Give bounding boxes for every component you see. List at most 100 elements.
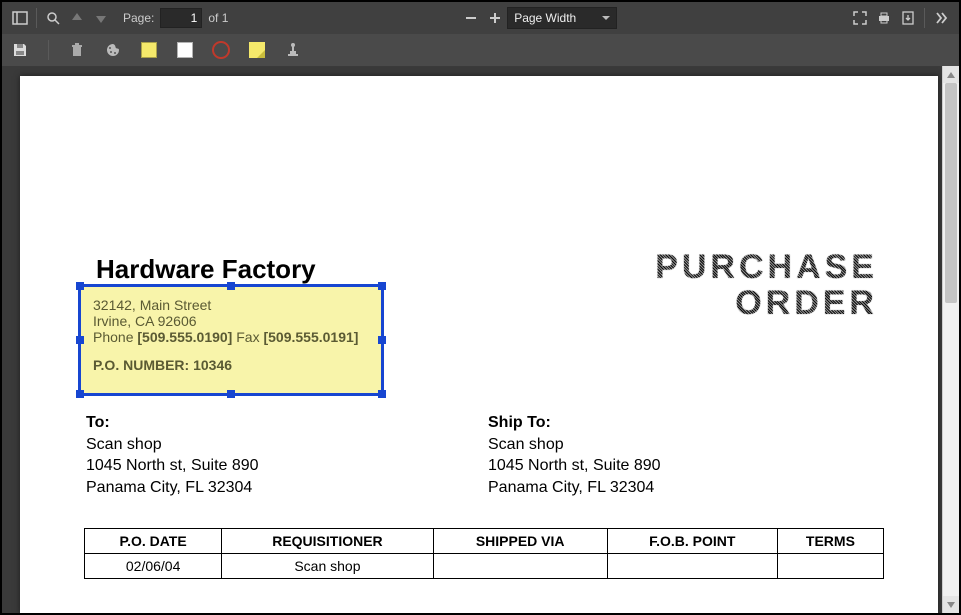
print-icon [876,10,892,26]
sticky-note-icon [249,42,265,58]
swatch-yellow-icon [141,42,157,58]
to-city: Panama City, FL 32304 [86,477,259,499]
separator [924,8,925,28]
resize-handle-mid-left[interactable] [76,336,84,344]
next-page-button[interactable] [89,6,113,30]
to-street: 1045 North st, Suite 890 [86,455,259,477]
arrow-down-icon [93,10,109,26]
page-label: Page: [123,11,154,25]
page-count-label: of 1 [208,11,228,25]
toolbar-annotation [2,34,959,66]
resize-handle-top-mid[interactable] [227,282,235,290]
circle-icon [212,41,230,59]
scroll-thumb[interactable] [945,83,957,303]
col-requisitioner: REQUISITIONER [222,529,433,554]
delete-button[interactable] [65,38,89,62]
sidebar-toggle-button[interactable] [8,6,32,30]
stamp-button[interactable] [281,38,305,62]
fullscreen-button[interactable] [848,6,872,30]
col-terms: TERMS [777,529,883,554]
resize-handle-top-left[interactable] [76,282,84,290]
ship-label: Ship To: [488,412,661,434]
search-button[interactable] [41,6,65,30]
prev-page-button[interactable] [65,6,89,30]
highlight-yellow-button[interactable] [137,38,161,62]
sticky-note-button[interactable] [245,38,269,62]
highlight-white-button[interactable] [173,38,197,62]
separator [36,8,37,28]
fax-label: Fax [232,329,263,345]
table-row: 02/06/04 Scan shop [85,554,884,579]
to-label: To: [86,412,259,434]
content-area: Hardware Factory PURCHASE ORDER 32142, M… [2,66,959,613]
document-title: PURCHASE ORDER [655,250,878,321]
circle-annotation-button[interactable] [209,38,233,62]
page-number-input[interactable] [160,8,202,28]
phone-fax-line: Phone [509.555.0190] Fax [509.555.0191] [93,329,369,345]
save-icon [12,42,28,58]
chevrons-right-icon [933,10,949,26]
caret-down-icon [946,600,956,610]
download-icon [900,10,916,26]
cell-requisitioner: Scan shop [222,554,433,579]
toolbar-main: Page: of 1 Page Width [2,2,959,34]
document-content: Hardware Factory PURCHASE ORDER 32142, M… [20,76,938,613]
pdf-viewer: Page: of 1 Page Width [0,0,961,615]
po-details-table: P.O. DATE REQUISITIONER SHIPPED VIA F.O.… [84,528,884,579]
save-button[interactable] [8,38,32,62]
cell-po-date: 02/06/04 [85,554,222,579]
phone-label: Phone [93,329,137,345]
zoom-out-button[interactable] [459,6,483,30]
arrow-up-icon [69,10,85,26]
title-line-1: PURCHASE [655,248,878,286]
resize-handle-bottom-left[interactable] [76,390,84,398]
cell-fob-point [607,554,777,579]
palette-icon [105,42,121,58]
addr-line-1: 32142, Main Street [93,297,369,313]
zoom-in-button[interactable] [483,6,507,30]
document-page: Hardware Factory PURCHASE ORDER 32142, M… [20,76,938,613]
ship-name: Scan shop [488,434,661,456]
billing-address: To: Scan shop 1045 North st, Suite 890 P… [86,412,259,498]
shipping-address: Ship To: Scan shop 1045 North st, Suite … [488,412,661,498]
ship-city: Panama City, FL 32304 [488,477,661,499]
resize-handle-mid-right[interactable] [378,336,386,344]
phone-number: [509.555.0190] [137,329,232,345]
to-name: Scan shop [86,434,259,456]
addr-line-2: Irvine, CA 92606 [93,313,369,329]
trash-icon [69,42,85,58]
cell-shipped-via [433,554,607,579]
stamp-icon [285,42,301,58]
search-icon [45,10,61,26]
zoom-mode-select[interactable]: Page Width [507,7,617,29]
sidebar-toggle-icon [12,10,28,26]
title-line-2: ORDER [735,284,878,322]
swatch-white-icon [177,42,193,58]
print-button[interactable] [872,6,896,30]
scroll-down-button[interactable] [943,596,959,613]
resize-handle-top-right[interactable] [378,282,386,290]
separator [48,40,49,60]
vertical-scrollbar[interactable] [942,66,959,613]
ship-street: 1045 North st, Suite 890 [488,455,661,477]
table-header-row: P.O. DATE REQUISITIONER SHIPPED VIA F.O.… [85,529,884,554]
plus-icon [487,10,503,26]
cell-terms [777,554,883,579]
col-fob-point: F.O.B. POINT [607,529,777,554]
scroll-track[interactable] [943,83,959,596]
fax-number: [509.555.0191] [263,329,358,345]
resize-handle-bottom-right[interactable] [378,390,386,398]
fullscreen-icon [852,10,868,26]
scroll-up-button[interactable] [943,66,959,83]
caret-up-icon [946,70,956,80]
resize-handle-bottom-mid[interactable] [227,390,235,398]
page-container[interactable]: Hardware Factory PURCHASE ORDER 32142, M… [2,66,942,613]
more-tools-button[interactable] [929,6,953,30]
col-po-date: P.O. DATE [85,529,222,554]
company-name: Hardware Factory [96,254,316,285]
download-button[interactable] [896,6,920,30]
palette-button[interactable] [101,38,125,62]
selected-annotation-box[interactable]: 32142, Main Street Irvine, CA 92606 Phon… [78,284,384,396]
col-shipped-via: SHIPPED VIA [433,529,607,554]
zoom-mode-value: Page Width [514,11,576,25]
